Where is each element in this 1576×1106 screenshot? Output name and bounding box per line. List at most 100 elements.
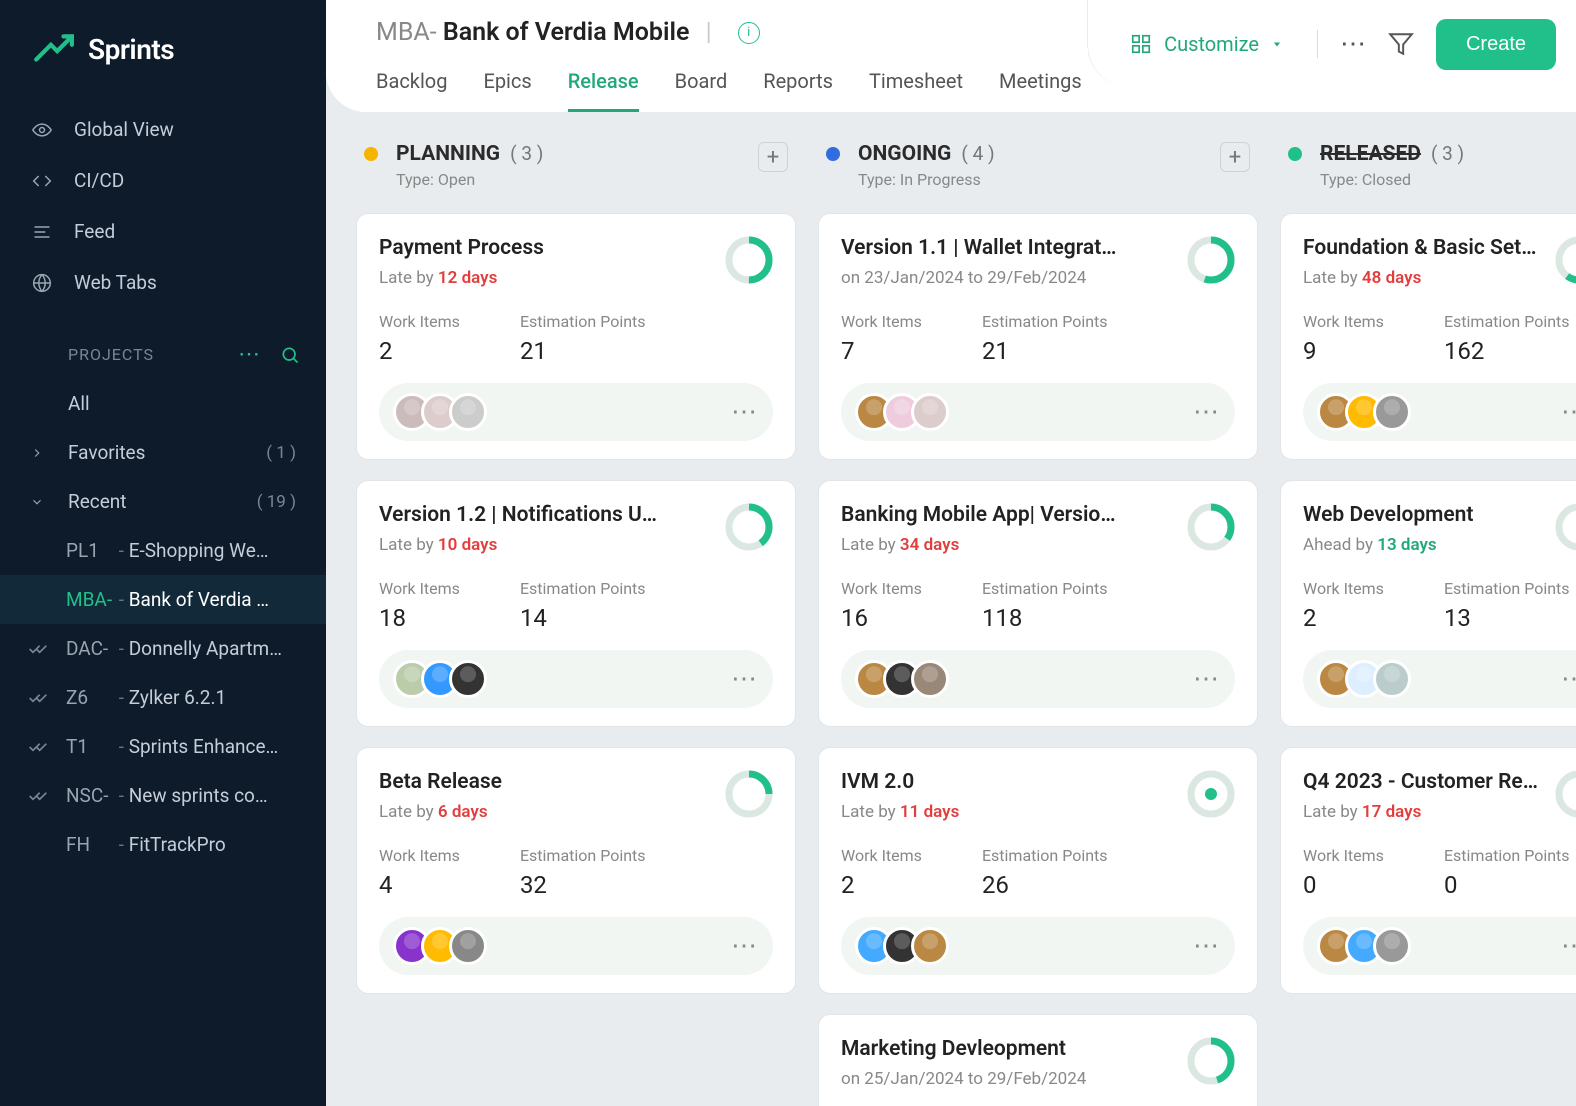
tab-timesheet[interactable]: Timesheet — [869, 69, 963, 112]
tab-reports[interactable]: Reports — [763, 69, 833, 112]
card-stats: Work Items7Estimation Points21 — [841, 312, 1235, 365]
more-icon[interactable]: ⋯ — [1340, 31, 1366, 57]
avatar[interactable] — [449, 660, 487, 698]
status-dot-icon — [1288, 147, 1302, 161]
top-bar-right: Customize ⋯ Create — [1087, 0, 1576, 88]
breadcrumb: MBA- Bank of Verdia Mobile | — [376, 18, 722, 47]
release-card[interactable]: Payment ProcessLate by 12 daysWork Items… — [356, 213, 796, 460]
chevron-right-icon — [30, 446, 44, 460]
project-item[interactable]: FH - FitTrackPro — [0, 820, 326, 869]
project-item[interactable]: MBA- - Bank of Verdia … — [0, 575, 326, 624]
card-footer: ⋯ — [379, 383, 773, 441]
avatars — [855, 660, 949, 698]
card-footer: ⋯ — [379, 650, 773, 708]
avatar[interactable] — [911, 660, 949, 698]
nav-label: CI/CD — [74, 169, 124, 192]
layout-icon — [1130, 33, 1152, 55]
card-title: Version 1.1 | Wallet Integrat… — [841, 236, 1116, 260]
progress-donut-icon — [1555, 236, 1576, 284]
project-item[interactable]: NSC- - New sprints co… — [0, 771, 326, 820]
card-more-icon[interactable]: ⋯ — [1561, 674, 1576, 684]
avatars — [393, 393, 487, 431]
column-ongoing: ONGOING( 4 )Type: In Progress+ Version 1.… — [818, 138, 1258, 1080]
card-more-icon[interactable]: ⋯ — [731, 941, 759, 951]
globe-icon — [32, 273, 52, 293]
nav-web-tabs[interactable]: Web Tabs — [0, 257, 326, 308]
recent-list: PL1 - E-Shopping We…MBA- - Bank of Verdi… — [0, 526, 326, 869]
card-stats: Work Items4Estimation Points32 — [379, 846, 773, 899]
customize-button[interactable]: Customize — [1118, 26, 1295, 62]
card-meta: Late by 10 days — [379, 535, 657, 555]
project-item[interactable]: PL1 - E-Shopping We… — [0, 526, 326, 575]
tab-backlog[interactable]: Backlog — [376, 69, 447, 112]
release-card[interactable]: Marketing Devleopmenton 25/Jan/2024 to 2… — [818, 1014, 1258, 1106]
avatars — [393, 927, 487, 965]
tab-release[interactable]: Release — [568, 69, 639, 112]
card-title: IVM 2.0 — [841, 770, 959, 794]
nav-feed[interactable]: Feed — [0, 206, 326, 257]
card-footer: ⋯ — [379, 917, 773, 975]
projects-all[interactable]: All — [0, 379, 326, 428]
projects-more-icon[interactable]: ⋯ — [238, 342, 262, 367]
release-card[interactable]: Banking Mobile App| Versio…Late by 34 da… — [818, 480, 1258, 727]
chevron-down-icon — [30, 495, 44, 509]
main: MBA- Bank of Verdia Mobile | i Customize… — [326, 0, 1576, 1106]
projects-favorites[interactable]: Favorites ( 1 ) — [0, 428, 326, 477]
avatar[interactable] — [449, 927, 487, 965]
card-more-icon[interactable]: ⋯ — [1193, 941, 1221, 951]
avatar[interactable] — [449, 393, 487, 431]
card-more-icon[interactable]: ⋯ — [1561, 941, 1576, 951]
card-stats: Work Items16Estimation Points118 — [841, 579, 1235, 632]
project-item[interactable]: DAC- - Donnelly Apartm… — [0, 624, 326, 673]
brand-name: Sprints — [88, 33, 174, 66]
release-card[interactable]: Beta ReleaseLate by 6 daysWork Items4Est… — [356, 747, 796, 994]
projects-recent[interactable]: Recent ( 19 ) — [0, 477, 326, 526]
card-footer: ⋯ — [841, 917, 1235, 975]
progress-donut-icon — [725, 503, 773, 551]
info-icon[interactable]: i — [738, 22, 760, 44]
release-card[interactable]: Q4 2023 - Customer Requir…Late by 17 day… — [1280, 747, 1576, 994]
release-card[interactable]: Foundation & Basic Set-UpLate by 48 days… — [1280, 213, 1576, 460]
card-more-icon[interactable]: ⋯ — [1193, 407, 1221, 417]
card-more-icon[interactable]: ⋯ — [731, 674, 759, 684]
status-dot-icon — [364, 147, 378, 161]
avatars — [1317, 660, 1411, 698]
nav-cicd[interactable]: CI/CD — [0, 155, 326, 206]
project-item[interactable]: T1 - Sprints Enhance… — [0, 722, 326, 771]
project-item[interactable]: Z6 - Zylker 6.2.1 — [0, 673, 326, 722]
card-footer: ⋯ — [1303, 650, 1576, 708]
create-button[interactable]: Create — [1436, 19, 1556, 70]
avatar[interactable] — [1373, 660, 1411, 698]
card-meta: Late by 48 days — [1303, 268, 1543, 288]
tab-epics[interactable]: Epics — [483, 69, 531, 112]
tab-board[interactable]: Board — [675, 69, 728, 112]
nav-label: Feed — [74, 220, 115, 243]
card-more-icon[interactable]: ⋯ — [731, 407, 759, 417]
avatar[interactable] — [911, 393, 949, 431]
avatar[interactable] — [1373, 927, 1411, 965]
avatar[interactable] — [1373, 393, 1411, 431]
release-card[interactable]: Web DevelopmentAhead by 13 daysWork Item… — [1280, 480, 1576, 727]
card-stats: Work Items18Estimation Points14 — [379, 579, 773, 632]
nav-global-view[interactable]: Global View — [0, 104, 326, 155]
card-more-icon[interactable]: ⋯ — [1193, 674, 1221, 684]
release-card[interactable]: Version 1.1 | Wallet Integrat…on 23/Jan/… — [818, 213, 1258, 460]
add-card-button[interactable]: + — [1220, 142, 1250, 172]
checkmarks-icon — [28, 786, 48, 806]
search-icon[interactable] — [280, 345, 300, 365]
avatar[interactable] — [911, 927, 949, 965]
filter-icon[interactable] — [1388, 31, 1414, 57]
add-card-button[interactable]: + — [758, 142, 788, 172]
divider — [1317, 30, 1318, 58]
column-released: RELEASED( 3 )Type: ClosedFoundation & Ba… — [1280, 138, 1576, 1080]
logo[interactable]: Sprints — [0, 0, 326, 104]
checkmarks-icon — [28, 639, 48, 659]
column-header: ONGOING( 4 )Type: In Progress+ — [818, 138, 1258, 193]
release-card[interactable]: Version 1.2 | Notifications U…Late by 10… — [356, 480, 796, 727]
release-card[interactable]: IVM 2.0Late by 11 daysWork Items2Estimat… — [818, 747, 1258, 994]
code-icon — [32, 171, 52, 191]
progress-donut-icon — [1187, 503, 1235, 551]
progress-donut-icon — [1187, 770, 1235, 818]
progress-donut-icon — [725, 236, 773, 284]
card-more-icon[interactable]: ⋯ — [1561, 407, 1576, 417]
